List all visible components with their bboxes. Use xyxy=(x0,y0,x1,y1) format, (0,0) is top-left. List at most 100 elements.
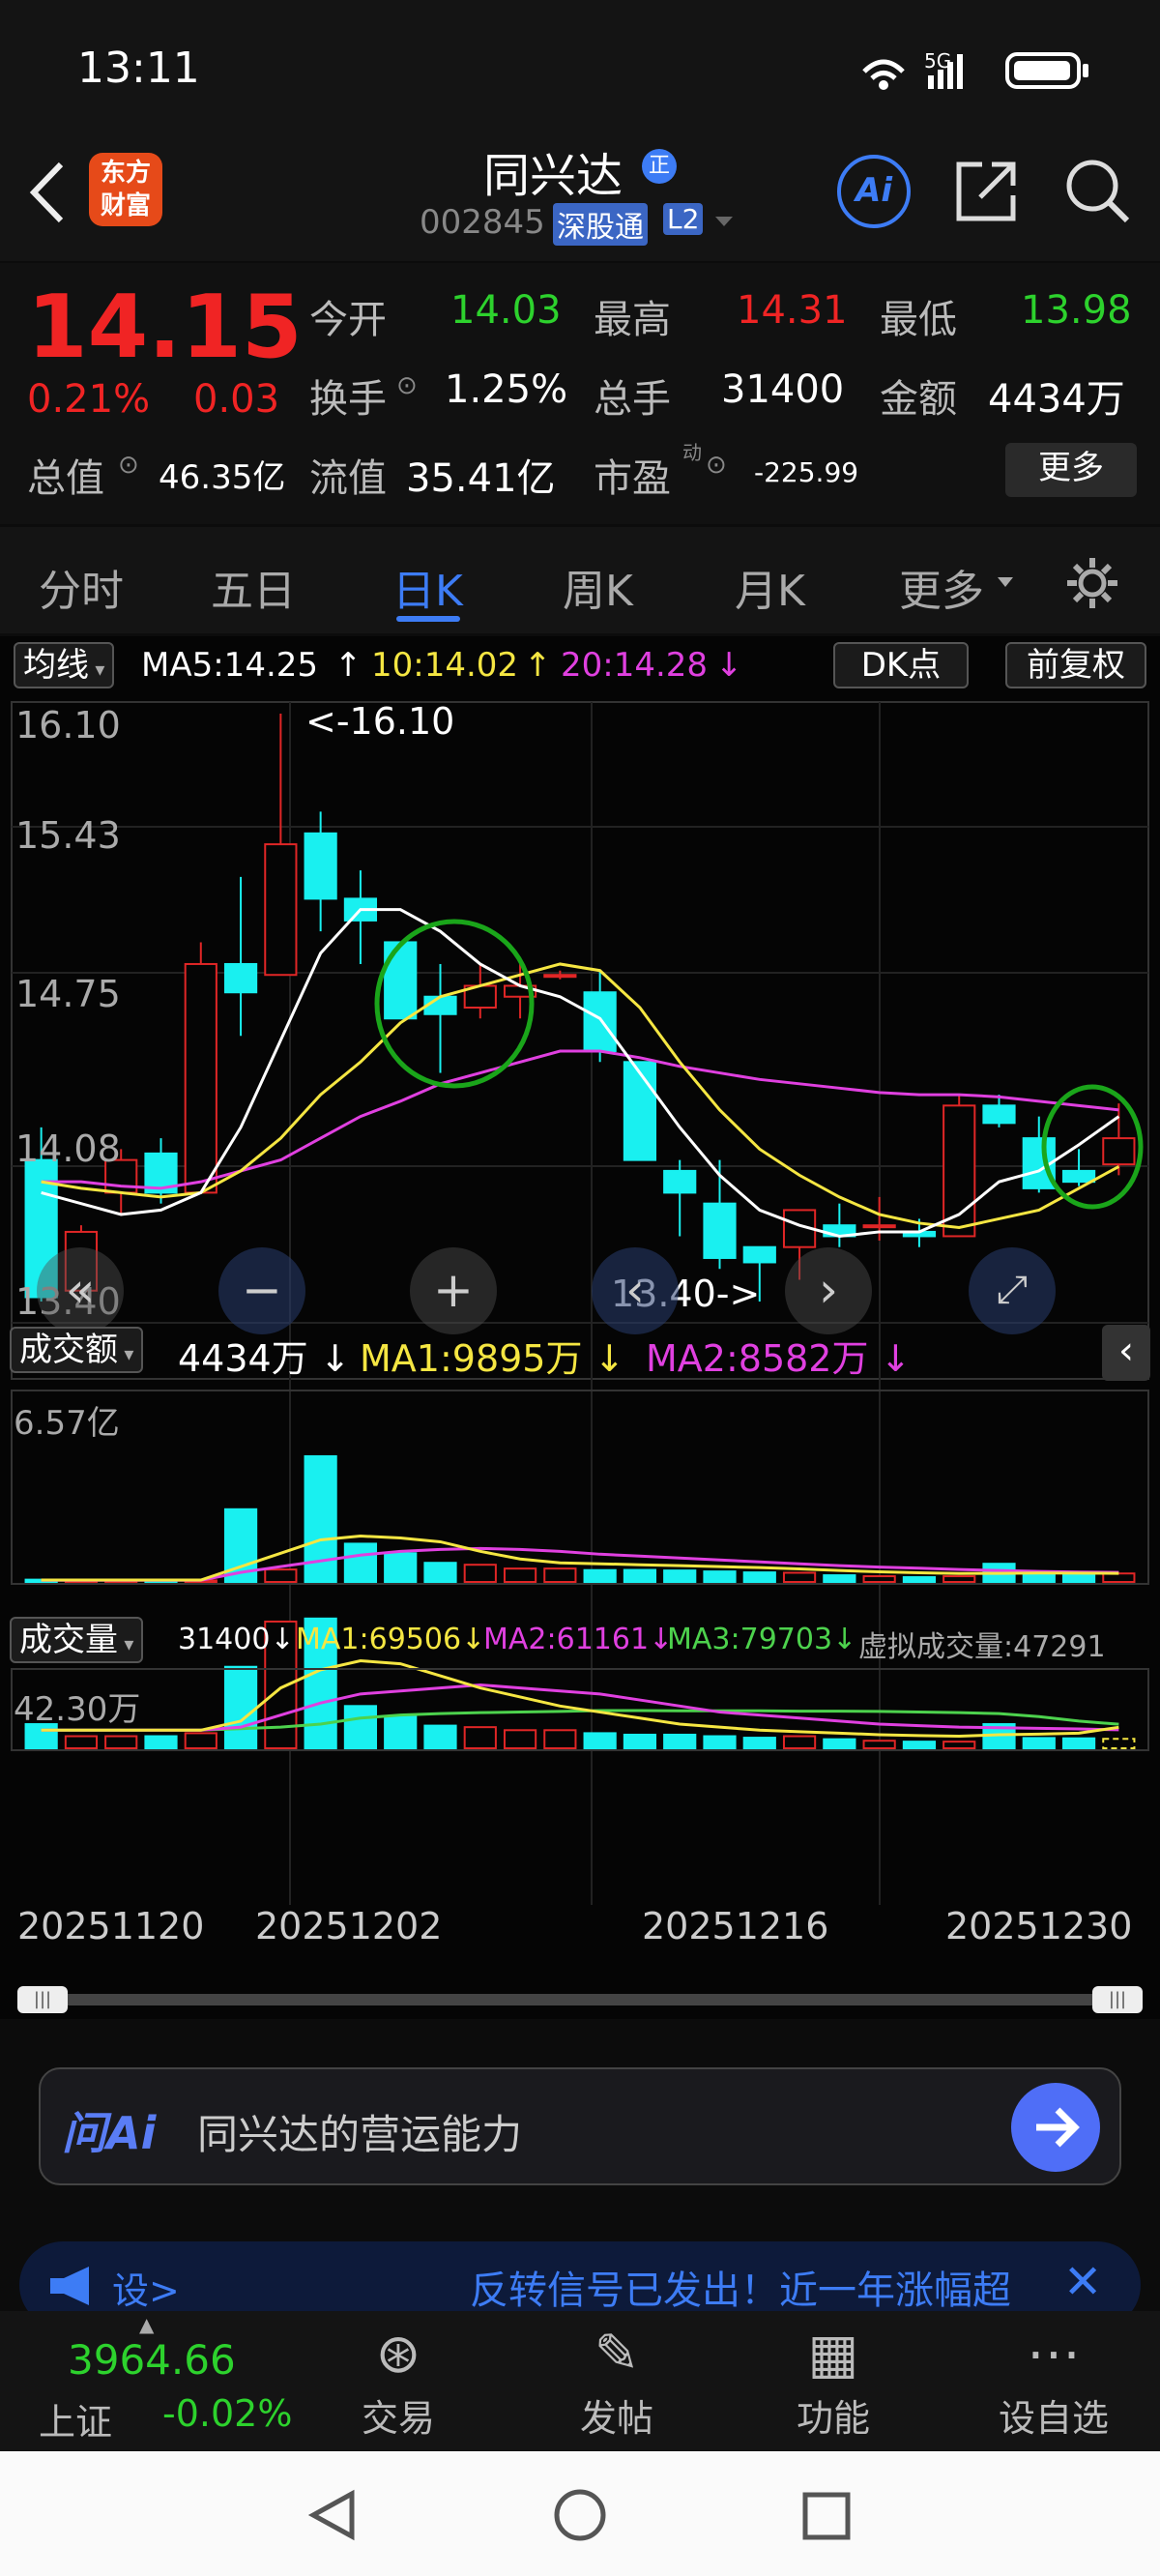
back-triangle-icon[interactable] xyxy=(305,2488,360,2542)
tab-more[interactable]: 更多 xyxy=(899,556,984,618)
range-handle-left[interactable]: ||| xyxy=(17,1986,68,2013)
nav-trade-label: 交易 xyxy=(361,2397,435,2440)
volume-bar xyxy=(104,1735,138,1749)
amount-bar xyxy=(782,1571,817,1583)
current-price: 14.15 xyxy=(27,277,303,378)
more-button[interactable]: 更多 xyxy=(1005,443,1137,497)
banner-text: 反转信号已发出！近一年涨幅超 xyxy=(470,2269,1011,2313)
pe-superscript: 动 xyxy=(682,441,702,464)
volume-bar xyxy=(583,1732,617,1750)
close-icon[interactable]: ✕ xyxy=(1063,2255,1102,2309)
date-label: 20251202 xyxy=(255,1905,443,1947)
tab-monthly-k[interactable]: 月K xyxy=(735,556,805,618)
volume-bar xyxy=(1102,1738,1136,1749)
open-label: 今开 xyxy=(309,298,387,342)
step-left-icon[interactable]: ‹ xyxy=(592,1247,679,1334)
fullscreen-icon[interactable]: ⤢ xyxy=(969,1247,1056,1334)
mcap-label: 总值 xyxy=(27,456,104,501)
recents-square-icon[interactable] xyxy=(800,2490,855,2544)
battery-icon xyxy=(1005,52,1088,89)
scroll-left-icon[interactable]: « xyxy=(37,1247,124,1334)
nav-watchlist[interactable]: ⋯ 设自选 xyxy=(986,2321,1121,2442)
y-label: 14.75 xyxy=(15,973,121,1015)
grid-icon: ▦ xyxy=(807,2323,859,2386)
turnover-label: 换手 xyxy=(309,377,387,422)
volume-value: 31400 xyxy=(721,367,845,412)
kline-chart-svg[interactable] xyxy=(0,636,1160,2019)
pe-label: 市盈 xyxy=(594,456,671,501)
candle-body xyxy=(223,962,258,994)
step-right-icon[interactable]: › xyxy=(785,1247,872,1334)
system-nav-bar xyxy=(0,2451,1160,2576)
info-icon[interactable]: ⊙ xyxy=(396,371,418,400)
volume-bar xyxy=(503,1729,537,1750)
tab-intraday[interactable]: 分时 xyxy=(39,556,124,618)
amount-selector[interactable]: 成交额 ▾ xyxy=(10,1327,144,1373)
more-dots-icon: ⋯ xyxy=(1027,2323,1081,2386)
amount-bar xyxy=(543,1567,577,1584)
float-value: 35.41亿 xyxy=(406,456,556,501)
settings-icon[interactable] xyxy=(1063,554,1121,612)
send-button[interactable] xyxy=(1011,2083,1100,2172)
mcap-value: 46.35亿 xyxy=(159,458,286,497)
caret-up-icon: ▲ xyxy=(139,2313,155,2336)
kline-chart-area: 均线 ▾ MA5:14.25 ↑ 10:14.02 ↑ 20:14.28 ↓ D… xyxy=(0,636,1160,2019)
back-icon[interactable] xyxy=(24,159,72,226)
edit-icon: ✎ xyxy=(594,2323,640,2386)
amount-bar xyxy=(264,1568,298,1583)
stock-code: 002845 xyxy=(420,203,545,242)
candle-body xyxy=(304,832,337,900)
nav-trade[interactable]: ⊛ 交易 xyxy=(331,2321,466,2442)
volume-bar xyxy=(543,1729,577,1750)
volume-bar xyxy=(742,1737,776,1749)
home-circle-icon[interactable] xyxy=(551,2488,609,2546)
tab-weekly-k[interactable]: 周K xyxy=(563,556,633,618)
y-label: 15.43 xyxy=(15,814,121,857)
info-icon[interactable]: ⊙ xyxy=(118,451,139,480)
candle-body xyxy=(384,941,418,1020)
volume-bar xyxy=(423,1724,457,1749)
candle-body xyxy=(942,1104,976,1238)
range-handle-right[interactable]: ||| xyxy=(1092,1986,1143,2013)
nav-post[interactable]: ✎ 发帖 xyxy=(549,2321,684,2442)
range-scrollbar[interactable] xyxy=(25,1994,1137,2005)
amount-max-label: 6.57亿 xyxy=(14,1404,120,1443)
amount-ma1: MA1:9895万 ↓ xyxy=(360,1337,625,1380)
float-label: 流值 xyxy=(309,456,387,501)
status-time: 13:11 xyxy=(77,44,200,93)
candle-body xyxy=(862,1224,896,1229)
amount-bar xyxy=(503,1567,537,1584)
amount-bar xyxy=(423,1562,457,1583)
nav-functions[interactable]: ▦ 功能 xyxy=(766,2321,901,2442)
zoom-in-icon[interactable]: + xyxy=(410,1247,497,1334)
amount-bar xyxy=(384,1552,418,1584)
volume-bar xyxy=(942,1741,976,1750)
share-icon[interactable] xyxy=(953,157,1021,224)
volume-bar xyxy=(823,1738,856,1750)
volume-selector[interactable]: 成交量 ▾ xyxy=(10,1617,144,1663)
search-icon[interactable] xyxy=(1063,157,1133,226)
name-badge: 正 xyxy=(642,149,677,184)
amount-selector-label: 成交额 xyxy=(19,1331,118,1369)
candle-body xyxy=(703,1202,737,1259)
collapse-panel-button[interactable]: ‹ xyxy=(1102,1325,1150,1381)
volume-bar xyxy=(223,1665,258,1749)
info-icon[interactable]: ⊙ xyxy=(706,451,727,480)
pe-value: -225.99 xyxy=(754,456,859,488)
zoom-out-icon[interactable]: − xyxy=(218,1247,305,1334)
turnover-value: 1.25% xyxy=(445,367,568,412)
candle-body xyxy=(623,1061,657,1161)
nav-watchlist-label: 设自选 xyxy=(998,2397,1109,2440)
stock-header: 东方财富 同兴达 正 002845 深股通 L2 Ai xyxy=(0,135,1160,261)
candle-body xyxy=(264,843,298,977)
tab-five-day[interactable]: 五日 xyxy=(211,556,296,618)
low-label: 最低 xyxy=(880,298,957,342)
ask-ai-bar[interactable]: 问Ai 同兴达的营运能力 xyxy=(39,2067,1121,2185)
volume-label: 总手 xyxy=(594,377,671,422)
nav-functions-label: 功能 xyxy=(796,2397,870,2440)
tab-daily-k[interactable]: 日K xyxy=(392,556,463,618)
index-value[interactable]: 3964.66 xyxy=(68,2336,236,2384)
ai-button[interactable]: Ai xyxy=(837,155,911,228)
volume-current: 31400↓ xyxy=(178,1623,295,1656)
chevron-down-icon[interactable] xyxy=(713,215,735,230)
